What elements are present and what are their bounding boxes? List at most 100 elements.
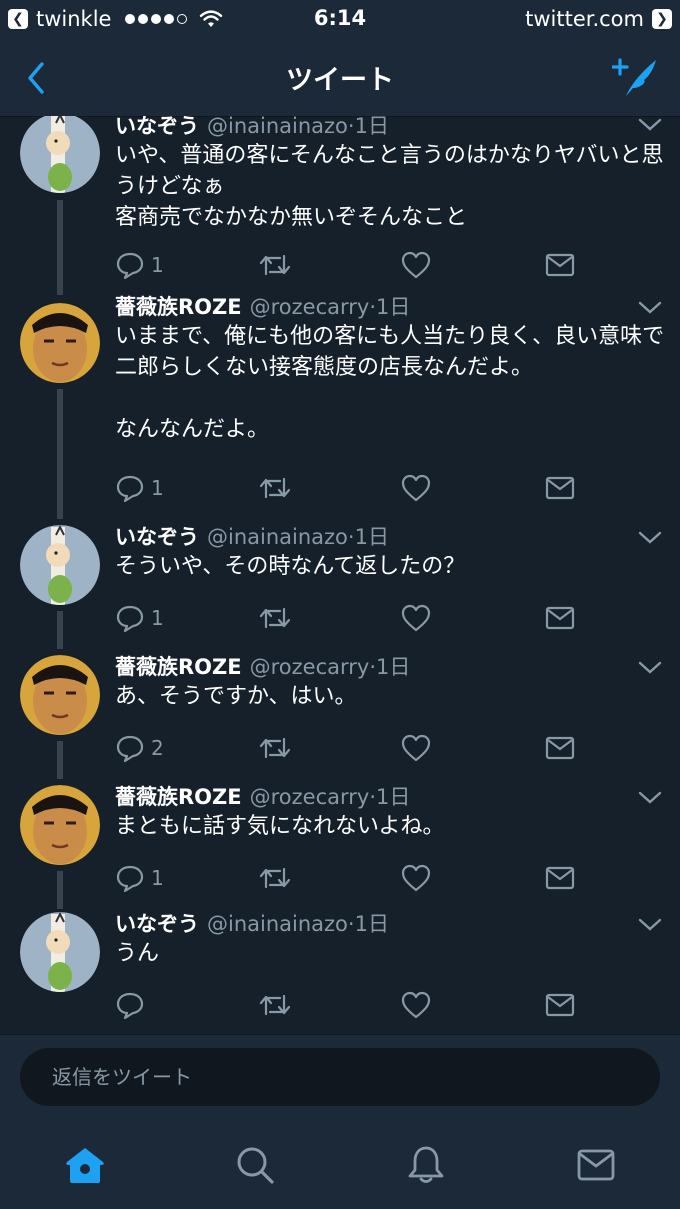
dm-button[interactable] — [545, 250, 575, 280]
status-right: twitter.com ❯ — [525, 6, 672, 32]
tweet-text: うん — [115, 941, 160, 966]
avatar[interactable] — [20, 525, 100, 605]
reply-bar — [0, 1034, 680, 1125]
dm-button[interactable] — [545, 473, 575, 503]
notifications-icon — [408, 1146, 444, 1183]
retweet-button[interactable] — [258, 473, 292, 503]
reply-icon — [116, 865, 144, 892]
tab-home[interactable] — [64, 1144, 106, 1186]
envelope-icon — [545, 866, 575, 890]
handle[interactable]: @inainainazo — [207, 912, 348, 936]
tweet[interactable]: 薔薇族ROZE @rozecarry·1日 あ、そうですか、はい。 2 — [0, 647, 680, 779]
thread-connector — [57, 871, 63, 909]
retweet-icon — [259, 254, 291, 276]
like-button[interactable] — [401, 603, 431, 633]
tweet-header: いなぞう @inainainazo·1日 — [115, 908, 389, 938]
avatar[interactable] — [20, 912, 100, 992]
forward-to-url-icon[interactable]: ❯ — [652, 9, 672, 29]
dm-button[interactable] — [545, 733, 575, 763]
tweet-actions: 1 — [115, 603, 575, 633]
handle[interactable]: @inainainazo — [207, 525, 348, 549]
retweet-button[interactable] — [258, 990, 292, 1020]
reply-count: 1 — [151, 253, 164, 277]
reply-button[interactable]: 2 — [115, 733, 164, 763]
like-button[interactable] — [401, 733, 431, 763]
heart-icon — [401, 604, 431, 632]
handle[interactable]: @inainainazo — [207, 116, 348, 138]
reply-input[interactable] — [20, 1048, 660, 1106]
handle[interactable]: @rozecarry — [250, 655, 370, 679]
tweet-header: いなぞう @inainainazo·1日 — [115, 116, 389, 140]
tweet[interactable]: いなぞう @inainainazo·1日そういや、その時なんて返したの？ 1 — [0, 517, 680, 649]
separator: · — [347, 525, 355, 549]
tweet-header: 薔薇族ROZE @rozecarry·1日 — [115, 291, 410, 321]
tweet-header: いなぞう @inainainazo·1日 — [115, 521, 389, 551]
compose-tweet-icon[interactable] — [612, 54, 660, 100]
tweet-text: いや、普通の客にそんなこと言うのはかなりヤバいと思うけどなぁ 客商売でなかなか無… — [115, 143, 664, 230]
status-bar: ❮ twinkle 6:14 twitter.com ❯ — [0, 0, 680, 38]
reply-icon — [116, 252, 144, 279]
chevron-down-icon[interactable] — [638, 659, 662, 675]
tweet-actions: 2 — [115, 733, 575, 763]
reply-button[interactable]: 1 — [115, 250, 164, 280]
dm-button[interactable] — [545, 863, 575, 893]
reply-button[interactable]: 1 — [115, 473, 164, 503]
chevron-down-icon[interactable] — [638, 789, 662, 805]
timestamp[interactable]: 1日 — [355, 912, 389, 936]
avatar[interactable] — [20, 655, 100, 735]
avatar[interactable] — [20, 785, 100, 865]
tab-search[interactable] — [234, 1144, 276, 1186]
like-button[interactable] — [401, 473, 431, 503]
like-button[interactable] — [401, 863, 431, 893]
chevron-down-icon[interactable] — [638, 916, 662, 932]
display-name[interactable]: いなぞう — [115, 912, 199, 936]
tweet[interactable]: いなぞう @inainainazo·1日うん — [0, 907, 680, 1034]
tweet[interactable]: 薔薇族ROZE @rozecarry·1日 まともに話す気になれないよね。 1 — [0, 777, 680, 909]
display-name[interactable]: 薔薇族ROZE — [115, 655, 242, 679]
dm-button[interactable] — [545, 990, 575, 1020]
heart-icon — [401, 864, 431, 892]
timestamp[interactable]: 1日 — [376, 785, 410, 809]
timestamp[interactable]: 1日 — [355, 525, 389, 549]
reply-button[interactable]: 1 — [115, 603, 164, 633]
separator: · — [347, 912, 355, 936]
chevron-down-icon[interactable] — [638, 529, 662, 545]
like-button[interactable] — [401, 990, 431, 1020]
reply-count: 2 — [151, 736, 164, 760]
handle[interactable]: @rozecarry — [250, 785, 370, 809]
tweet[interactable]: 薔薇族ROZE @rozecarry·1日 いままで、俺にも他の客にも人当たり良く、… — [0, 295, 680, 519]
reply-count: 1 — [151, 866, 164, 890]
retweet-button[interactable] — [258, 250, 292, 280]
retweet-icon — [259, 867, 291, 889]
tweet[interactable]: いなぞう @inainainazo·1日 いや、普通の客にそんなこと言うのはかなり… — [0, 116, 680, 295]
timestamp[interactable]: 1日 — [355, 116, 389, 138]
timestamp[interactable]: 1日 — [376, 295, 410, 319]
chevron-down-icon[interactable] — [638, 299, 662, 315]
tweet-text: あ、そうですか、はい。 — [115, 684, 357, 709]
reply-button[interactable]: 1 — [115, 863, 164, 893]
avatar[interactable] — [20, 116, 100, 193]
tab-messages[interactable] — [575, 1144, 617, 1186]
dm-button[interactable] — [545, 603, 575, 633]
reply-count: 1 — [151, 606, 164, 630]
source-url[interactable]: twitter.com — [525, 7, 644, 31]
tab-notifications[interactable] — [405, 1144, 447, 1186]
retweet-button[interactable] — [258, 603, 292, 633]
chevron-down-icon[interactable] — [638, 116, 662, 132]
display-name[interactable]: いなぞう — [115, 525, 199, 549]
retweet-button[interactable] — [258, 733, 292, 763]
display-name[interactable]: 薔薇族ROZE — [115, 295, 242, 319]
thread-connector — [57, 611, 63, 649]
retweet-button[interactable] — [258, 863, 292, 893]
home-icon — [66, 1148, 104, 1183]
handle[interactable]: @rozecarry — [250, 295, 370, 319]
display-name[interactable]: 薔薇族ROZE — [115, 785, 242, 809]
tweet-text: そういや、その時なんて返したの？ — [115, 554, 466, 579]
reply-button[interactable] — [115, 990, 151, 1020]
avatar[interactable] — [20, 303, 100, 383]
like-button[interactable] — [401, 250, 431, 280]
retweet-icon — [259, 737, 291, 759]
envelope-icon — [545, 993, 575, 1017]
timestamp[interactable]: 1日 — [376, 655, 410, 679]
display-name[interactable]: いなぞう — [115, 116, 199, 138]
